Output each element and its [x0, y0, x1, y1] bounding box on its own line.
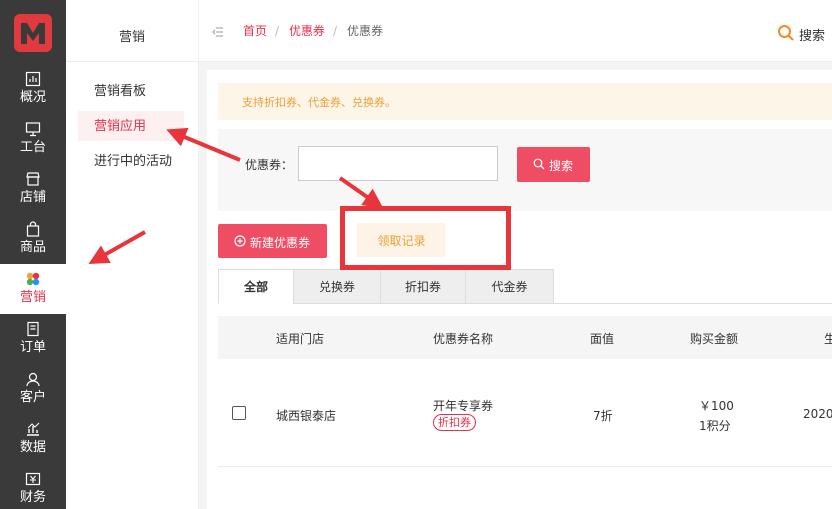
rail-item-label: 概况: [19, 90, 46, 105]
sidebar-title: 营销: [118, 30, 145, 45]
search-icon: [778, 25, 794, 41]
breadcrumb-coupon[interactable]: 优惠券: [289, 23, 325, 39]
cell-coupon-name: 开年专享券: [433, 399, 494, 413]
rail-item-label: 营销: [19, 290, 46, 305]
search-icon: [533, 158, 545, 170]
rail-item-store[interactable]: 店铺: [0, 164, 66, 214]
rail-item-label: 商品: [19, 240, 46, 255]
coupon-type-tabs: 全部 兑换券 折扣券 代金券: [218, 269, 832, 304]
sidebar-item-ongoing-activities[interactable]: 进行中的活动: [94, 154, 172, 170]
main-panel: 支持折扣券、代金券、兑换券。 优惠券： 搜索 新建优惠券 领取记录 全部 兑换券…: [207, 70, 832, 509]
coupon-search-input[interactable]: [298, 146, 498, 181]
rail-item-finance[interactable]: 财务: [0, 464, 66, 509]
new-coupon-button[interactable]: 新建优惠券: [218, 224, 327, 258]
bag-icon: [26, 221, 40, 237]
rail-item-label: 数据: [19, 440, 46, 455]
rail-item-label: 工台: [19, 140, 46, 155]
user-icon: [26, 372, 40, 387]
rail-item-customers[interactable]: 客户: [0, 364, 66, 414]
main-nav-rail: 概况 工台 店铺 商品 营销 订单 客户 数据 财务: [0, 0, 66, 509]
petals-icon: [26, 272, 40, 286]
search-button[interactable]: 搜索: [517, 147, 590, 182]
table-header: 适用门店 优惠券名称 面值 购买金额 生: [218, 316, 832, 359]
rail-item-orders[interactable]: 订单: [0, 314, 66, 364]
cell-date: 2020: [803, 407, 832, 421]
table-row: 城西银泰店 开年专享券 折扣券 7折 ￥100 1积分 2020: [218, 359, 832, 467]
rail-item-label: 客户: [19, 390, 46, 405]
add-circle-icon: [234, 235, 246, 247]
column-header-face-value: 面值: [590, 332, 615, 346]
monitor-icon: [25, 122, 41, 137]
tab-discount[interactable]: 折扣券: [380, 269, 466, 304]
notice-bar: 支持折扣券、代金券、兑换券。: [218, 83, 832, 120]
data-icon: [27, 422, 40, 436]
cell-face-value: 7折: [593, 409, 613, 423]
annotation-highlight-box: [340, 206, 511, 270]
column-header-coupon-name: 优惠券名称: [433, 332, 494, 346]
tab-exchange[interactable]: 兑换券: [293, 269, 381, 304]
column-header-date: 生: [824, 332, 832, 346]
tab-cash[interactable]: 代金券: [465, 269, 554, 304]
column-header-purchase-amount: 购买金额: [690, 332, 739, 346]
coupon-filter-label: 优惠券：: [245, 158, 294, 172]
finance-icon: [25, 472, 41, 486]
breadcrumb-home[interactable]: 首页: [243, 23, 267, 39]
sidebar-item-marketing-apps[interactable]: 营销应用: [94, 119, 146, 135]
rail-item-overview[interactable]: 概况: [0, 64, 66, 114]
store-icon: [26, 172, 40, 186]
notice-text: 支持折扣券、代金券、兑换券。: [242, 96, 396, 109]
column-header-store: 适用门店: [276, 332, 325, 346]
tab-all[interactable]: 全部: [218, 269, 294, 304]
collapse-sidebar-icon[interactable]: [212, 26, 224, 38]
cell-price: ￥100: [699, 399, 734, 413]
rail-item-marketing[interactable]: 营销: [0, 264, 66, 314]
breadcrumb-separator: /: [333, 24, 338, 38]
breadcrumb-separator: /: [275, 24, 280, 38]
rail-item-data[interactable]: 数据: [0, 414, 66, 464]
rail-item-workbench[interactable]: 工台: [0, 114, 66, 164]
rail-item-label: 店铺: [19, 190, 46, 205]
rail-item-goods[interactable]: 商品: [0, 214, 66, 264]
filter-area: 优惠券： 搜索: [218, 129, 832, 211]
cell-store: 城西银泰店: [276, 409, 337, 423]
secondary-sidebar: 营销 营销看板 营销应用 进行中的活动: [66, 0, 199, 509]
chart-icon: [25, 71, 41, 87]
top-search-label: 搜索: [799, 29, 826, 44]
new-coupon-label: 新建优惠券: [250, 236, 311, 250]
divider: [66, 61, 198, 62]
app-logo-icon: [14, 14, 52, 52]
cell-points: 1积分: [699, 419, 731, 433]
sidebar-item-marketing-dashboard[interactable]: 营销看板: [94, 84, 146, 100]
top-bar: 首页 / 优惠券 / 优惠券 搜索: [199, 0, 832, 62]
order-icon: [27, 321, 39, 337]
breadcrumb-current: 优惠券: [347, 24, 384, 38]
coupon-type-badge: 折扣券: [433, 414, 476, 431]
rail-item-label: 订单: [19, 340, 46, 355]
rail-item-label: 财务: [19, 490, 46, 505]
search-button-label: 搜索: [549, 159, 574, 173]
row-checkbox[interactable]: [232, 406, 246, 420]
